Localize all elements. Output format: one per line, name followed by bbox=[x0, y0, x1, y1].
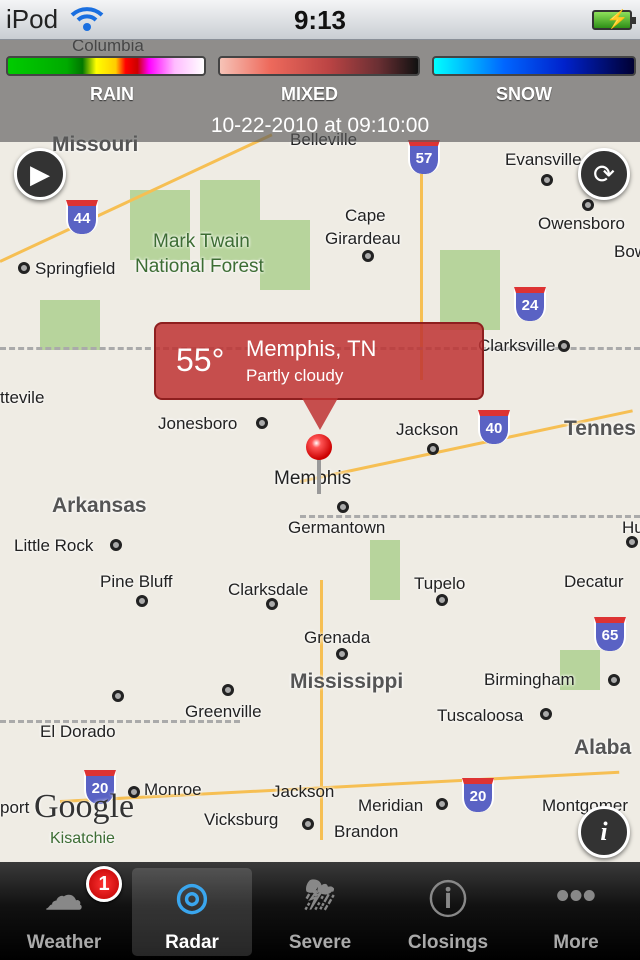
broadcast-icon: ⓘ bbox=[428, 879, 467, 922]
city-label: Jonesboro bbox=[158, 414, 238, 433]
mixed-scale bbox=[218, 56, 420, 76]
city-label: Grenada bbox=[304, 628, 371, 647]
city-label: Little Rock bbox=[14, 536, 94, 555]
state-label: Mississippi bbox=[290, 670, 404, 693]
forest-label: National Forest bbox=[135, 256, 264, 277]
city-label: Memphis bbox=[274, 468, 352, 489]
status-bar: iPod 9:13 ⚡ bbox=[0, 0, 640, 40]
interstate-shield: 20 bbox=[462, 778, 494, 812]
play-button[interactable]: ▶ bbox=[14, 148, 66, 200]
tab-radar[interactable]: ◎ Radar bbox=[132, 868, 252, 956]
forest-label: Kisatchie bbox=[50, 830, 115, 847]
city-label: Girardeau bbox=[325, 229, 401, 248]
rain-scale bbox=[6, 56, 206, 76]
city-label: Brandon bbox=[334, 822, 399, 841]
rain-label: RAIN bbox=[90, 84, 134, 104]
city-label: ttevile bbox=[0, 388, 45, 407]
google-logo: Google bbox=[34, 788, 135, 825]
city-label: Germantown bbox=[288, 518, 386, 537]
tab-more[interactable]: ••• More bbox=[516, 868, 636, 956]
city-label: Tupelo bbox=[414, 574, 466, 593]
battery-icon: ⚡ bbox=[592, 9, 636, 30]
condition: Partly cloudy bbox=[246, 366, 344, 385]
city-label: Monroe bbox=[144, 780, 202, 799]
location-callout[interactable]: 55° Memphis, TN Partly cloudy bbox=[154, 322, 484, 430]
city-label: Decatur bbox=[564, 572, 624, 591]
city-label: Clarksdale bbox=[228, 580, 309, 599]
city-label: Greenville bbox=[185, 702, 262, 721]
interstate-shield: 65 bbox=[594, 617, 626, 651]
interstate-shield: 24 bbox=[514, 287, 546, 321]
city-label: Vicksburg bbox=[204, 810, 279, 829]
radar-timestamp: 10-22-2010 at 09:10:00 bbox=[210, 114, 430, 137]
clock: 9:13 bbox=[293, 5, 347, 35]
city-label: Tuscaloosa bbox=[437, 706, 524, 725]
snow-label: SNOW bbox=[496, 84, 552, 104]
interstate-shield: 44 bbox=[66, 200, 98, 234]
state-label: Arkansas bbox=[52, 494, 147, 517]
city-label: Birmingham bbox=[484, 670, 575, 689]
mixed-label: MIXED bbox=[281, 84, 339, 104]
notification-badge: 1 bbox=[86, 866, 122, 902]
tab-severe[interactable]: ⛈ Severe bbox=[260, 868, 380, 956]
more-icon: ••• bbox=[556, 874, 596, 917]
info-icon: i bbox=[600, 817, 608, 846]
forest-label: Mark Twain bbox=[153, 231, 250, 252]
city-label: Evansville bbox=[505, 150, 582, 169]
tab-closings[interactable]: ⓘ Closings bbox=[388, 868, 508, 956]
state-label: Tennes bbox=[564, 417, 636, 440]
temperature: 55° bbox=[176, 342, 225, 378]
radar-legend: RAIN MIXED SNOW 10-22-2010 at 09:10:00 bbox=[0, 40, 640, 142]
city-label: Meridian bbox=[358, 796, 424, 815]
city-label: Clarksville bbox=[478, 336, 556, 355]
city-label: Bow bbox=[614, 242, 640, 261]
snow-scale bbox=[432, 56, 636, 76]
city-label: Owensboro bbox=[538, 214, 625, 233]
city-label: Jackson bbox=[396, 420, 459, 439]
city-label: Springfield bbox=[35, 259, 116, 278]
interstate-shield: 57 bbox=[408, 140, 440, 174]
city-label: Jackson bbox=[272, 782, 335, 801]
radar-icon: ◎ bbox=[175, 875, 209, 918]
storm-icon: ⛈ bbox=[304, 874, 336, 917]
city-name: Memphis, TN bbox=[246, 336, 377, 361]
city-label: Hunts bbox=[622, 518, 640, 537]
city-label: Cape bbox=[345, 206, 386, 225]
state-label: Alaba bbox=[574, 736, 632, 759]
play-icon: ▶ bbox=[30, 158, 50, 189]
refresh-button[interactable]: ⟳ bbox=[578, 148, 630, 200]
city-label: El Dorado bbox=[40, 722, 116, 741]
city-label: port bbox=[0, 798, 30, 817]
city-label: Pine Bluff bbox=[100, 572, 173, 591]
info-button[interactable]: i bbox=[578, 806, 630, 858]
refresh-icon: ⟳ bbox=[593, 158, 615, 189]
interstate-shield: 40 bbox=[478, 410, 510, 444]
